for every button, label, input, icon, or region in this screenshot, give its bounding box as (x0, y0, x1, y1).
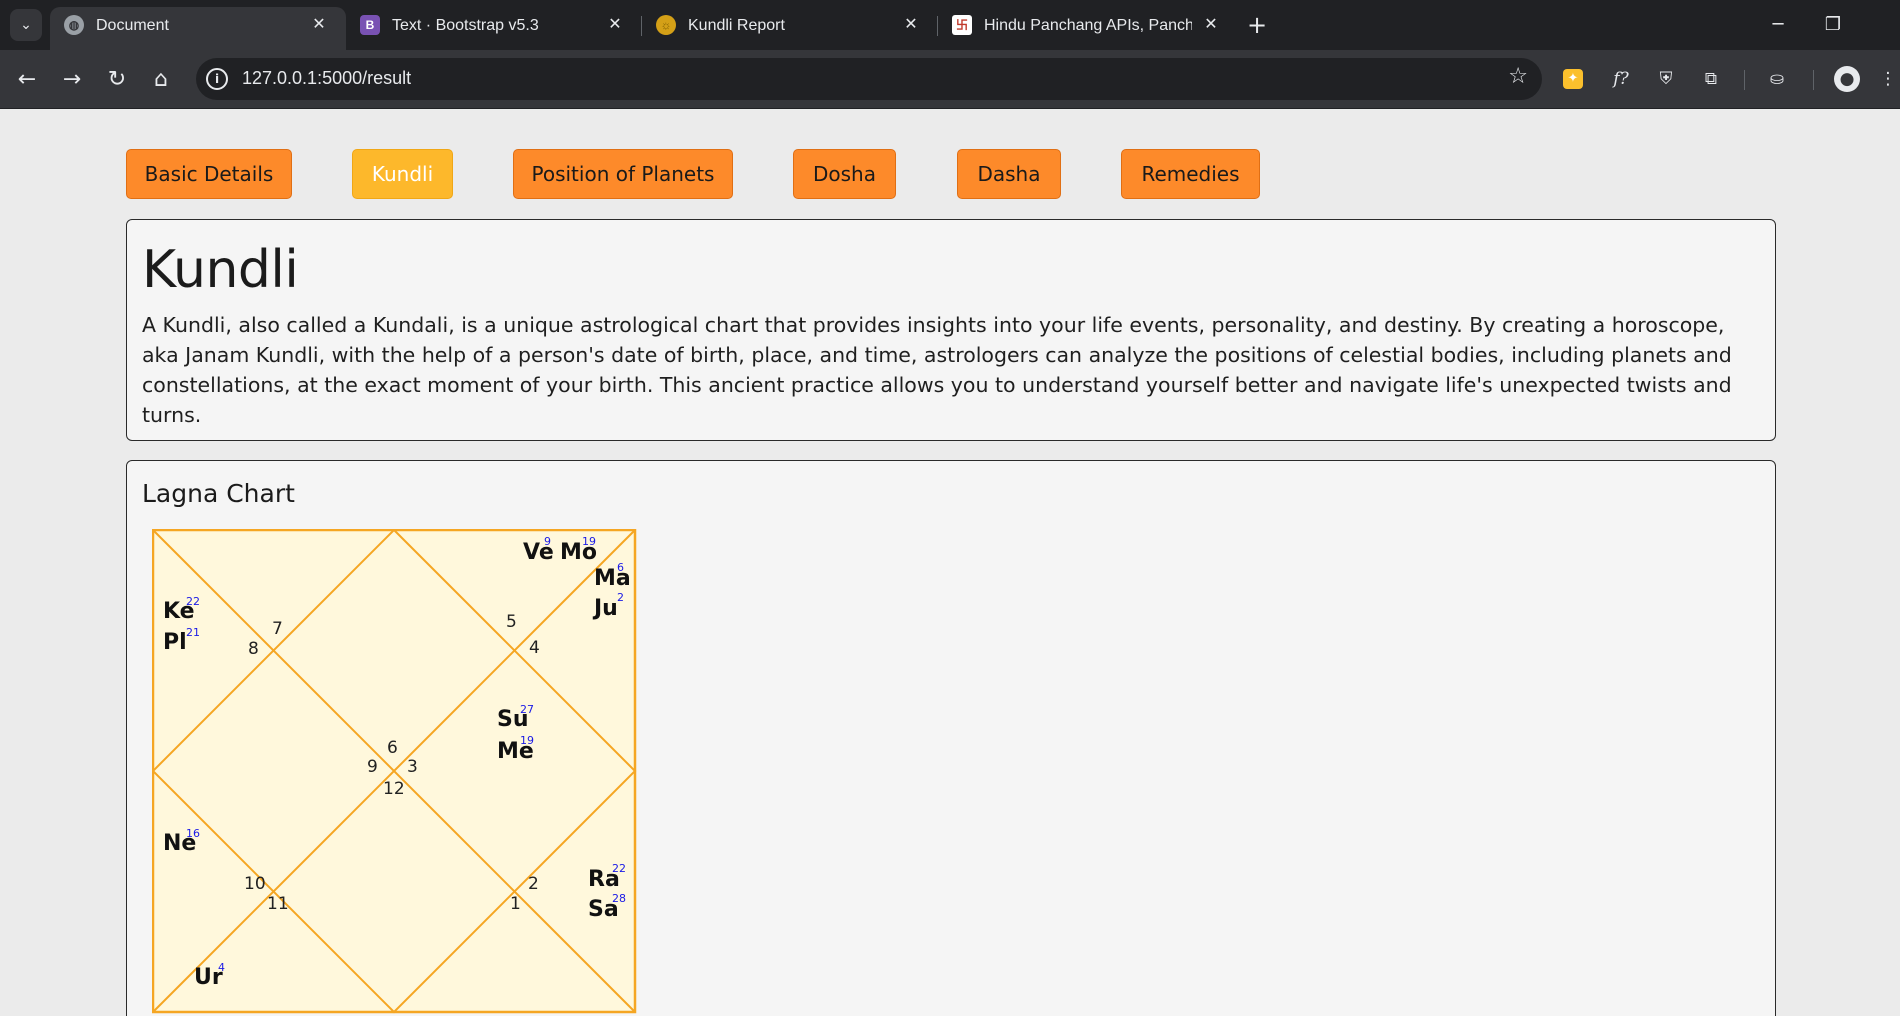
reload-button[interactable]: ↻ (99, 62, 135, 98)
nav-kundli-button[interactable]: Kundli (352, 149, 453, 199)
new-tab-button[interactable]: + (1243, 12, 1271, 40)
arrow-right-icon: → (62, 67, 82, 92)
tab-kundli-report[interactable]: ☼ Kundli Report ✕ (642, 7, 938, 50)
chevron-down-icon: ⌄ (20, 17, 32, 33)
browser-toolbar: ← → ↻ ⌂ i 127.0.0.1:5000/result ☆ ✦ f? ⛨… (0, 50, 1900, 109)
restore-button[interactable]: ❐ (1813, 10, 1853, 40)
nav-dasha-button[interactable]: Dasha (957, 149, 1061, 199)
lagna-chart: 7 8 5 4 6 9 3 12 10 11 2 1 Ve Mo Ma Ju K… (152, 529, 638, 1015)
menu-kebab-icon[interactable]: ⋮ (1878, 66, 1898, 92)
extension-bulb-icon[interactable]: ✦ (1563, 69, 1583, 89)
degree-sa: 28 (612, 892, 626, 905)
tab-document[interactable]: ◍ Document ✕ (50, 7, 346, 50)
nav-position-of-planets-button[interactable]: Position of Planets (513, 149, 733, 199)
bookmark-star-icon[interactable]: ☆ (1508, 64, 1528, 89)
planet-ju: Ju (592, 596, 618, 621)
kundli-description: A Kundli, also called a Kundali, is a un… (142, 313, 1732, 427)
degree-me: 19 (520, 734, 534, 747)
degree-ne: 16 (186, 827, 200, 840)
site-info-icon[interactable]: i (206, 68, 228, 90)
extension-fx-icon[interactable]: f? (1608, 66, 1634, 92)
globe-icon: ◍ (64, 15, 84, 35)
back-button[interactable]: ← (9, 62, 45, 98)
profile-avatar[interactable]: ● (1834, 66, 1860, 92)
tab-search-button[interactable]: ⌄ (10, 9, 42, 41)
degree-su: 27 (520, 703, 534, 716)
degree-mo: 19 (582, 535, 596, 548)
tab-title: Text · Bootstrap v5.3 (392, 17, 539, 34)
extensions-puzzle-icon[interactable]: ⧉ (1698, 66, 1724, 92)
sign-number: 10 (244, 874, 266, 894)
page-title: Kundli (142, 240, 299, 300)
sign-number: 7 (272, 619, 283, 639)
bootstrap-icon: B (360, 15, 380, 35)
lagna-chart-svg: 7 8 5 4 6 9 3 12 10 11 2 1 Ve Mo Ma Ju K… (152, 529, 637, 1014)
planet-ma: Ma (594, 566, 631, 591)
sign-number: 2 (528, 874, 539, 894)
degree-ra: 22 (612, 862, 626, 875)
tab-title: Hindu Panchang APIs, Panchang (984, 17, 1192, 34)
close-icon[interactable]: ✕ (308, 14, 330, 36)
lagna-chart-title: Lagna Chart (142, 479, 295, 508)
sun-icon: ☼ (656, 15, 676, 35)
tab-bootstrap[interactable]: B Text · Bootstrap v5.3 ✕ (346, 7, 642, 50)
extension-shield-icon[interactable]: ⛨ (1653, 66, 1679, 92)
sign-number: 8 (248, 639, 259, 659)
degree-ke: 22 (186, 595, 200, 608)
home-button[interactable]: ⌂ (143, 62, 179, 98)
minimize-button[interactable]: ─ (1758, 10, 1798, 40)
close-icon[interactable]: ✕ (900, 14, 922, 36)
degree-ur: 4 (218, 961, 225, 974)
nav-remedies-button[interactable]: Remedies (1121, 149, 1260, 199)
restore-icon: ❐ (1824, 14, 1842, 35)
degree-ma: 6 (617, 561, 624, 574)
nav-dosha-button[interactable]: Dosha (793, 149, 896, 199)
degree-ju: 2 (617, 591, 624, 604)
reload-icon: ↻ (107, 67, 127, 92)
minimize-icon: ─ (1772, 14, 1784, 35)
close-icon[interactable]: ✕ (1200, 14, 1222, 36)
sign-number: 1 (510, 894, 521, 914)
close-icon[interactable]: ✕ (604, 14, 626, 36)
sign-number: 3 (407, 757, 418, 777)
kundli-intro-card: Kundli A Kundli, also called a Kundali, … (126, 219, 1776, 441)
toolbar-separator (1744, 70, 1745, 90)
degree-pl: 21 (186, 626, 200, 639)
nav-basic-details-button[interactable]: Basic Details (126, 149, 292, 199)
toolbar-separator (1813, 70, 1814, 90)
sign-number: 12 (383, 779, 405, 799)
tab-title: Document (96, 17, 169, 34)
sign-number: 4 (529, 638, 540, 658)
url-text[interactable]: 127.0.0.1:5000/result (242, 68, 411, 89)
sign-number: 6 (387, 738, 398, 758)
address-bar[interactable]: i 127.0.0.1:5000/result ☆ (196, 58, 1542, 100)
tab-title: Kundli Report (688, 17, 785, 34)
swastik-icon: 卐 (952, 15, 972, 35)
tab-panchang[interactable]: 卐 Hindu Panchang APIs, Panchang ✕ (938, 7, 1234, 50)
lagna-chart-card: Lagna Chart 7 8 5 4 6 9 3 12 10 11 2 1 V… (126, 460, 1776, 1016)
home-icon: ⌂ (154, 67, 168, 92)
arrow-left-icon: ← (17, 67, 37, 92)
sign-number: 9 (367, 757, 378, 777)
page-content: Basic Details Kundli Position of Planets… (0, 110, 1900, 1016)
degree-ve: 9 (544, 535, 551, 548)
sign-number: 11 (267, 894, 289, 914)
sign-number: 5 (506, 612, 517, 632)
incognito-icon[interactable]: ⛀ (1764, 66, 1790, 92)
forward-button[interactable]: → (54, 62, 90, 98)
plus-icon: + (1246, 11, 1268, 39)
tab-bar: ⌄ ◍ Document ✕ B Text · Bootstrap v5.3 ✕… (0, 0, 1900, 50)
planet-pl: Pl (163, 630, 187, 655)
